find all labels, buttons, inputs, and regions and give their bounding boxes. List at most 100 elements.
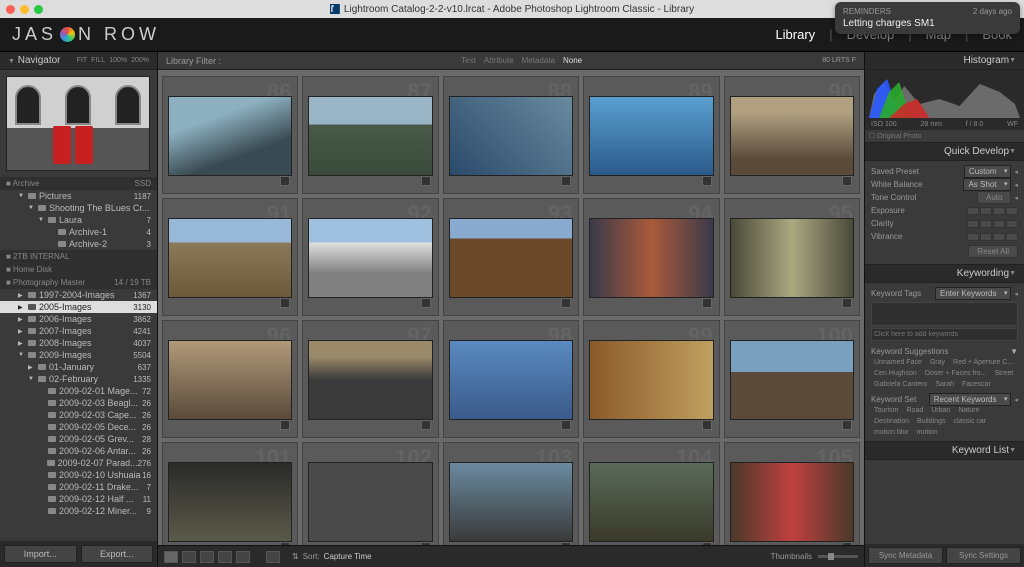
- thumbnail-badge-icon[interactable]: [280, 420, 290, 430]
- recent-keyword[interactable]: motion: [914, 428, 941, 437]
- thumbnail-badge-icon[interactable]: [702, 542, 712, 545]
- keyword-suggestion[interactable]: Sarah: [932, 380, 957, 389]
- folder-row[interactable]: 2009-02-03 Cape...26: [0, 409, 157, 421]
- thumbnail-image[interactable]: [730, 96, 854, 176]
- folder-row[interactable]: 2009-02-01 Mage...72: [0, 385, 157, 397]
- keyword-suggestion[interactable]: Cen Hughson: [871, 369, 920, 378]
- folder-row[interactable]: ▼02-February1335: [0, 373, 157, 385]
- thumbnail-badge-icon[interactable]: [421, 542, 431, 545]
- recent-keyword[interactable]: motion blur: [871, 428, 912, 437]
- thumbnail-badge-icon[interactable]: [561, 298, 571, 308]
- sync-settings-button[interactable]: Sync Settings: [946, 547, 1021, 564]
- grid-cell[interactable]: 91: [162, 198, 298, 316]
- thumbnail-badge-icon[interactable]: [842, 176, 852, 186]
- filter-none[interactable]: None: [563, 56, 582, 65]
- thumbnail-image[interactable]: [449, 218, 573, 298]
- grid-cell[interactable]: 103: [443, 442, 579, 545]
- thumbnail-image[interactable]: [730, 462, 854, 542]
- thumbnail-badge-icon[interactable]: [280, 176, 290, 186]
- thumbnail-image[interactable]: [308, 218, 432, 298]
- thumbnail-image[interactable]: [168, 340, 292, 420]
- histogram-header[interactable]: Histogram ▼: [865, 52, 1024, 70]
- folder-row[interactable]: ▶2006-Images3862: [0, 313, 157, 325]
- grid-cell[interactable]: 95: [724, 198, 860, 316]
- saved-preset-dropdown[interactable]: Custom: [964, 165, 1012, 178]
- reminders-notification[interactable]: REMINDERS 2 days ago Letting charges SM1: [835, 2, 1020, 34]
- sort-value[interactable]: Capture Time: [324, 552, 372, 561]
- painter-icon[interactable]: [266, 551, 280, 563]
- grid-cell[interactable]: 86: [162, 76, 298, 194]
- keyword-suggestion[interactable]: Gray: [927, 358, 948, 367]
- thumbnail-badge-icon[interactable]: [561, 420, 571, 430]
- auto-tone-button[interactable]: Auto: [977, 191, 1011, 204]
- grid-cell[interactable]: 104: [583, 442, 719, 545]
- sort-direction-icon[interactable]: ⇅: [292, 552, 299, 561]
- recent-keyword[interactable]: Road: [904, 406, 927, 415]
- reset-all-button[interactable]: Reset All: [968, 245, 1018, 258]
- folder-row[interactable]: 2009-02-05 Grev...28: [0, 433, 157, 445]
- folder-row[interactable]: Archive-14: [0, 226, 157, 238]
- thumbnail-badge-icon[interactable]: [842, 420, 852, 430]
- add-keywords-input[interactable]: [871, 328, 1018, 341]
- thumbnail-badge-icon[interactable]: [421, 420, 431, 430]
- filter-text[interactable]: Text: [461, 56, 476, 65]
- thumbnail-image[interactable]: [308, 340, 432, 420]
- thumbnail-image[interactable]: [589, 218, 713, 298]
- keywording-header[interactable]: Keywording ▼: [865, 265, 1024, 283]
- quick-develop-header[interactable]: Quick Develop ▼: [865, 143, 1024, 161]
- keyword-suggestion[interactable]: Facescar: [959, 380, 994, 389]
- thumbnail-image[interactable]: [168, 218, 292, 298]
- folder-row[interactable]: 2009-02-05 Dece...26: [0, 421, 157, 433]
- thumbnail-image[interactable]: [730, 340, 854, 420]
- grid-cell[interactable]: 93: [443, 198, 579, 316]
- thumbnail-badge-icon[interactable]: [702, 420, 712, 430]
- folder-row[interactable]: ▶2005-Images3130: [0, 301, 157, 313]
- maximize-window-icon[interactable]: [34, 5, 43, 14]
- thumbnail-badge-icon[interactable]: [702, 298, 712, 308]
- volume-header[interactable]: ■ ArchiveSSD: [0, 177, 157, 190]
- thumbnail-badge-icon[interactable]: [842, 542, 852, 545]
- folder-row[interactable]: ▼Laura7: [0, 214, 157, 226]
- compare-view-icon[interactable]: [200, 551, 214, 563]
- recent-keyword[interactable]: classic car: [950, 417, 989, 426]
- recent-keyword[interactable]: Urban: [928, 406, 953, 415]
- folder-row[interactable]: Archive-23: [0, 238, 157, 250]
- minimize-window-icon[interactable]: [20, 5, 29, 14]
- grid-cell[interactable]: 92: [302, 198, 438, 316]
- filter-attribute[interactable]: Attribute: [484, 56, 514, 65]
- thumbnail-image[interactable]: [589, 462, 713, 542]
- keyword-list-header[interactable]: Keyword List ▼: [865, 442, 1024, 460]
- folder-row[interactable]: 2009-02-06 Antar...26: [0, 445, 157, 457]
- thumbnail-badge-icon[interactable]: [842, 298, 852, 308]
- recent-keyword[interactable]: Tourism: [871, 406, 902, 415]
- grid-cell[interactable]: 96: [162, 320, 298, 438]
- folder-row[interactable]: 2009-02-10 Ushuaia16: [0, 469, 157, 481]
- sync-metadata-button[interactable]: Sync Metadata: [868, 547, 943, 564]
- import-button[interactable]: Import...: [4, 545, 77, 563]
- volume-header[interactable]: ■ Home Disk: [0, 263, 157, 276]
- grid-cell[interactable]: 90: [724, 76, 860, 194]
- recent-keyword[interactable]: Nature: [955, 406, 982, 415]
- folder-row[interactable]: ▶2008-Images4037: [0, 337, 157, 349]
- white-balance-dropdown[interactable]: As Shot: [963, 178, 1011, 191]
- people-view-icon[interactable]: [236, 551, 250, 563]
- thumbnail-image[interactable]: [168, 462, 292, 542]
- folder-row[interactable]: ▼2009-Images5504: [0, 349, 157, 361]
- folder-row[interactable]: ▶2007-Images4241: [0, 325, 157, 337]
- thumbnail-badge-icon[interactable]: [561, 542, 571, 545]
- keyword-suggestion[interactable]: Gabriela Cantero: [871, 380, 930, 389]
- folder-row[interactable]: 2009-02-11 Drake...7: [0, 481, 157, 493]
- keyword-suggestion[interactable]: Doser + Faces fro...: [922, 369, 990, 378]
- loupe-view-icon[interactable]: [182, 551, 196, 563]
- keyword-tags-mode-dropdown[interactable]: Enter Keywords: [935, 287, 1011, 300]
- keyword-set-dropdown[interactable]: Recent Keywords: [929, 393, 1012, 406]
- folder-row[interactable]: ▼Shooting The BLues Cr...: [0, 202, 157, 214]
- filter-metadata[interactable]: Metadata: [522, 56, 555, 65]
- volume-header[interactable]: ■ Photography Master14 / 19 TB: [0, 276, 157, 289]
- thumbnail-badge-icon[interactable]: [561, 176, 571, 186]
- thumbnail-badge-icon[interactable]: [280, 542, 290, 545]
- grid-cell[interactable]: 102: [302, 442, 438, 545]
- exposure-steppers[interactable]: [967, 207, 1018, 215]
- grid-cell[interactable]: 97: [302, 320, 438, 438]
- thumbnail-image[interactable]: [449, 340, 573, 420]
